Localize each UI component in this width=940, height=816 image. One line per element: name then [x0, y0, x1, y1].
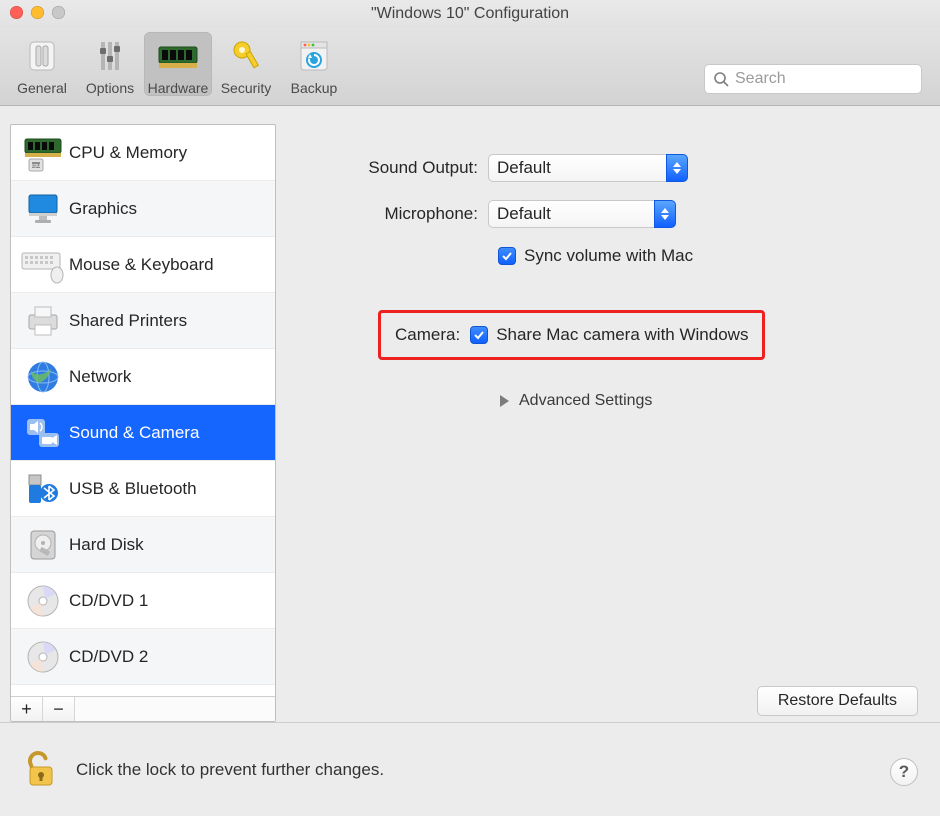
sidebar-footer: + − — [11, 696, 275, 721]
cd-icon — [17, 635, 69, 679]
search-input[interactable] — [733, 69, 913, 89]
hardware-sidebar: cpu CPU & Memory Graphics — [10, 124, 276, 722]
sidebar-item-label: USB & Bluetooth — [69, 479, 197, 499]
toolbar-tab-general[interactable]: General — [8, 32, 76, 96]
close-window-button[interactable] — [10, 6, 23, 19]
toolbar-tab-label: Options — [86, 80, 134, 96]
toolbar-tab-security[interactable]: Security — [212, 32, 280, 96]
minimize-window-button[interactable] — [31, 6, 44, 19]
remove-device-button[interactable]: − — [43, 697, 75, 721]
add-device-button[interactable]: + — [11, 697, 43, 721]
sidebar-item-label: Network — [69, 367, 131, 387]
toolbar-tab-label: Hardware — [148, 80, 209, 96]
sidebar-item-shared-printers[interactable]: Shared Printers — [11, 293, 275, 349]
toolbar: General Options Hardware — [0, 28, 940, 106]
content-area: cpu CPU & Memory Graphics — [0, 106, 940, 722]
sidebar-item-label: Shared Printers — [69, 311, 187, 331]
lock-message: Click the lock to prevent further change… — [76, 760, 384, 780]
switch-icon — [20, 34, 64, 78]
microphone-label: Microphone: — [300, 204, 488, 224]
select-stepper-icon — [666, 154, 688, 182]
traffic-lights — [10, 6, 65, 19]
sidebar-item-cd-dvd-2[interactable]: CD/DVD 2 — [11, 629, 275, 685]
titlebar: "Windows 10" Configuration — [0, 0, 940, 28]
key-icon — [224, 34, 268, 78]
usb-bt-icon — [17, 467, 69, 511]
microphone-row: Microphone: Default — [300, 200, 900, 228]
select-value: Default — [497, 158, 551, 178]
lockbar: Click the lock to prevent further change… — [0, 722, 940, 816]
cd-icon — [17, 579, 69, 623]
sidebar-item-label: CD/DVD 1 — [69, 591, 148, 611]
advanced-settings-toggle[interactable]: Advanced Settings — [500, 392, 900, 410]
toolbar-tab-hardware[interactable]: Hardware — [144, 32, 212, 96]
sidebar-item-label: Hard Disk — [69, 535, 144, 555]
cpu-icon: cpu — [17, 131, 69, 175]
toolbar-tab-label: Backup — [291, 80, 338, 96]
unlocked-padlock-icon[interactable] — [20, 749, 62, 791]
window-title: "Windows 10" Configuration — [371, 5, 569, 23]
ram-icon — [156, 34, 200, 78]
backup-icon — [292, 34, 336, 78]
camera-label: Camera: — [395, 325, 460, 345]
sound-camera-icon — [17, 411, 69, 455]
sidebar-item-label: CPU & Memory — [69, 143, 187, 163]
sound-output-row: Sound Output: Default — [300, 154, 900, 182]
hardware-list: cpu CPU & Memory Graphics — [11, 125, 275, 696]
microphone-select[interactable]: Default — [488, 200, 676, 228]
svg-text:cpu: cpu — [32, 163, 40, 169]
monitor-icon — [17, 187, 69, 231]
zoom-window-button[interactable] — [52, 6, 65, 19]
globe-icon — [17, 355, 69, 399]
sidebar-item-graphics[interactable]: Graphics — [11, 181, 275, 237]
toolbar-tab-label: Security — [221, 80, 272, 96]
checkbox-label: Share Mac camera with Windows — [496, 325, 748, 345]
toolbar-tab-backup[interactable]: Backup — [280, 32, 348, 96]
select-value: Default — [497, 204, 551, 224]
sidebar-item-mouse-keyboard[interactable]: Mouse & Keyboard — [11, 237, 275, 293]
restore-defaults-button[interactable]: Restore Defaults — [757, 686, 918, 716]
search-field[interactable] — [704, 64, 922, 94]
advanced-settings-label: Advanced Settings — [519, 392, 652, 410]
keyboard-icon — [17, 243, 69, 287]
toolbar-tab-label: General — [17, 80, 67, 96]
button-label: Restore Defaults — [778, 692, 897, 710]
sidebar-item-label: Sound & Camera — [69, 423, 199, 443]
sidebar-item-sound-camera[interactable]: Sound & Camera — [11, 405, 275, 461]
sliders-icon — [88, 34, 132, 78]
settings-pane: Sound Output: Default Microphone: Defaul… — [276, 124, 924, 722]
checkbox-label: Sync volume with Mac — [524, 246, 693, 266]
help-label: ? — [899, 762, 909, 782]
sidebar-item-label: Mouse & Keyboard — [69, 255, 214, 275]
share-camera-checkbox[interactable]: Share Mac camera with Windows — [470, 325, 748, 345]
search-icon — [713, 71, 729, 87]
sidebar-item-network[interactable]: Network — [11, 349, 275, 405]
sidebar-item-cpu-memory[interactable]: cpu CPU & Memory — [11, 125, 275, 181]
sidebar-item-label: Graphics — [69, 199, 137, 219]
select-stepper-icon — [654, 200, 676, 228]
checkbox-checked-icon — [470, 326, 488, 344]
camera-highlight-block: Camera: Share Mac camera with Windows — [378, 310, 765, 360]
sound-output-select[interactable]: Default — [488, 154, 688, 182]
sync-volume-checkbox[interactable]: Sync volume with Mac — [498, 246, 900, 266]
hdd-icon — [17, 523, 69, 567]
checkbox-checked-icon — [498, 247, 516, 265]
printer-icon — [17, 299, 69, 343]
sidebar-item-cd-dvd-1[interactable]: CD/DVD 1 — [11, 573, 275, 629]
toolbar-tab-options[interactable]: Options — [76, 32, 144, 96]
help-button[interactable]: ? — [890, 758, 918, 786]
sound-output-label: Sound Output: — [300, 158, 488, 178]
disclosure-triangle-icon — [500, 395, 509, 407]
sidebar-item-usb-bluetooth[interactable]: USB & Bluetooth — [11, 461, 275, 517]
sidebar-item-hard-disk[interactable]: Hard Disk — [11, 517, 275, 573]
sidebar-item-label: CD/DVD 2 — [69, 647, 148, 667]
